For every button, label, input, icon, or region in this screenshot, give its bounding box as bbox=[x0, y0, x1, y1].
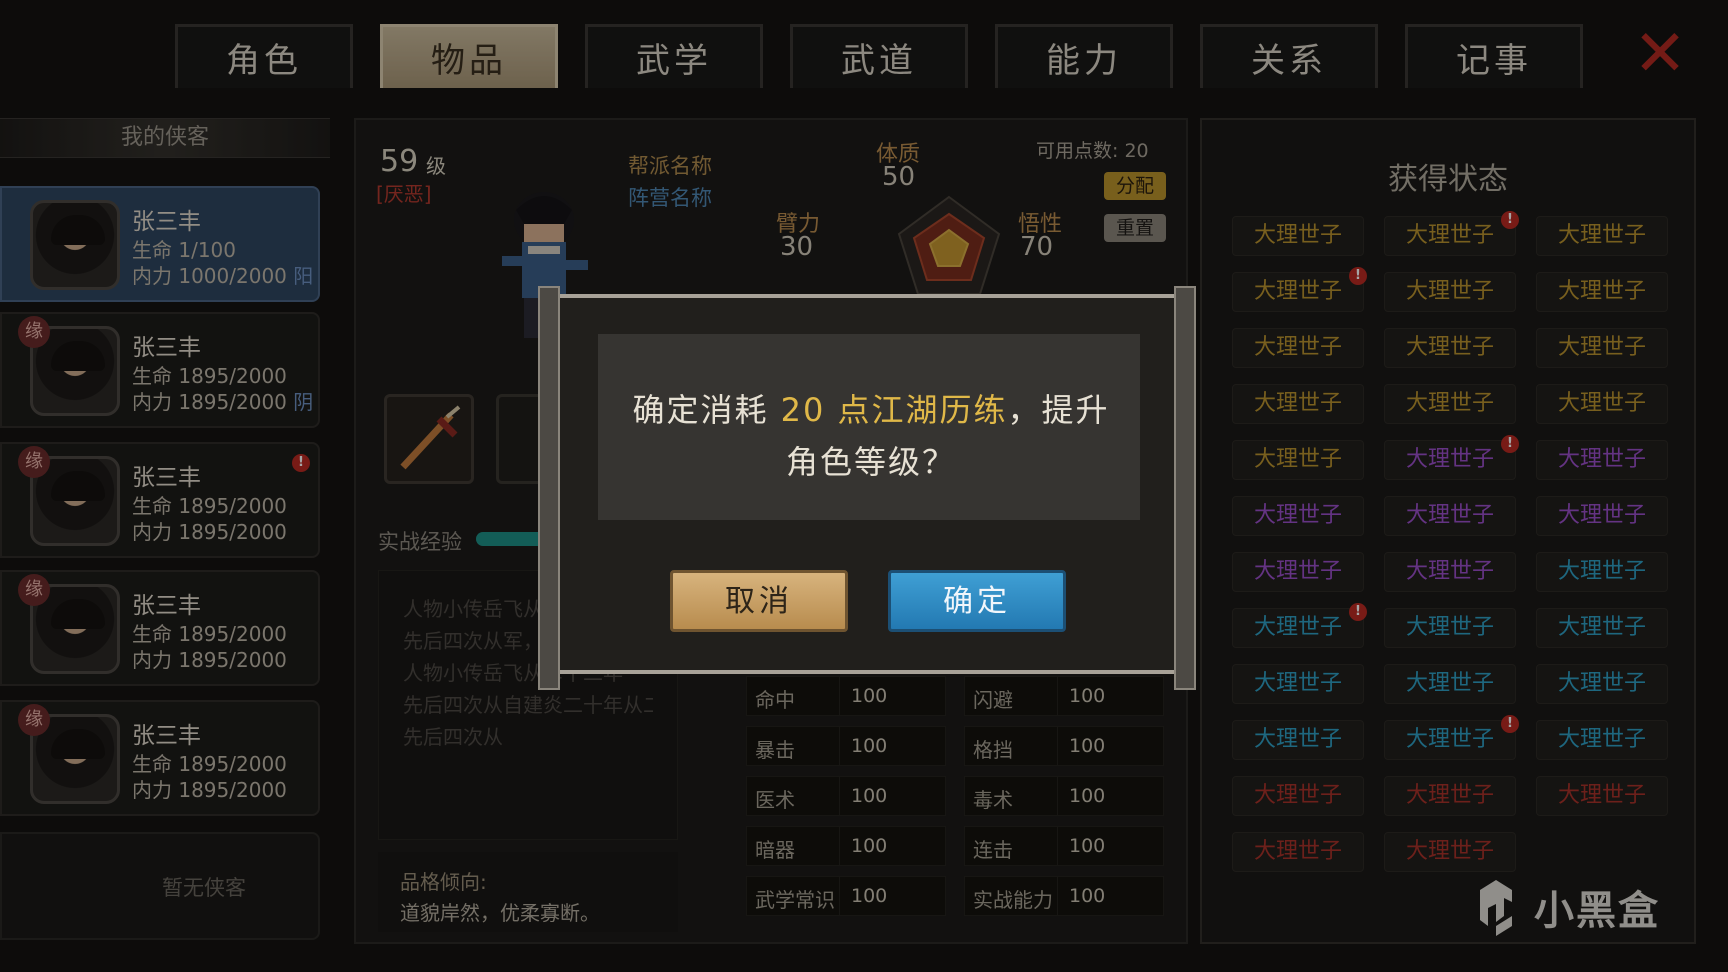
confirm-button[interactable]: 确定 bbox=[888, 570, 1066, 632]
dialog-line-1: 确定消耗 20 点江湖历练，提升 bbox=[552, 384, 1190, 436]
dialog-message: 确定消耗 20 点江湖历练，提升 角色等级？ bbox=[552, 384, 1190, 488]
dialog-cost-highlight: 20 点江湖历练 bbox=[780, 391, 1008, 429]
dialog-left-pillar bbox=[538, 286, 560, 690]
cancel-button[interactable]: 取消 bbox=[670, 570, 848, 632]
dialog-line-2: 角色等级？ bbox=[785, 443, 956, 481]
dialog-text-suffix: ，提升 bbox=[1007, 391, 1110, 429]
dialog-text-prefix: 确定消耗 bbox=[632, 391, 781, 429]
confirm-dialog: 确定消耗 20 点江湖历练，提升 角色等级？ 取消 确定 bbox=[538, 286, 1196, 690]
dialog-right-pillar bbox=[1174, 286, 1196, 690]
